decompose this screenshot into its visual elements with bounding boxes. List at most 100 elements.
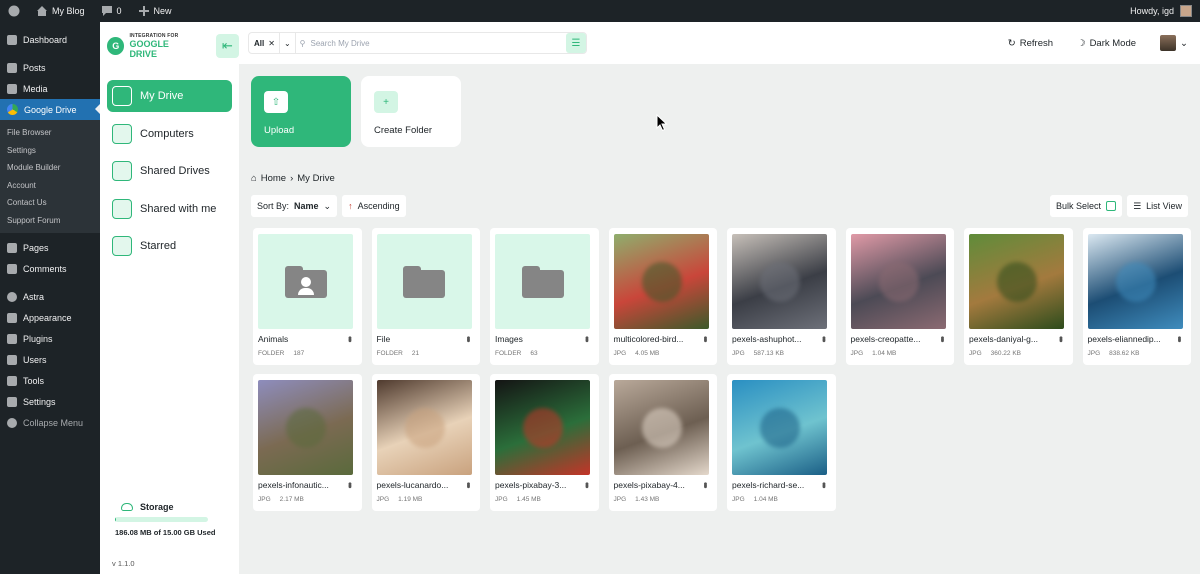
wp-menu-google-drive[interactable]: Google Drive [0, 99, 100, 120]
more-options-icon[interactable]: ••• [699, 482, 710, 487]
sidebar-collapse-button[interactable]: ⇤ [215, 34, 240, 58]
wrench-icon [7, 375, 17, 386]
wp-submenu: File Browser Settings Module Builder Acc… [0, 120, 100, 233]
list-view-button[interactable]: ☰ List View [1127, 195, 1188, 217]
submenu-file-browser[interactable]: File Browser [0, 124, 100, 142]
star-icon [112, 236, 132, 256]
shared-folder-icon [284, 265, 327, 298]
more-options-icon[interactable]: ••• [818, 336, 829, 341]
wp-menu-media[interactable]: Media [0, 78, 100, 99]
wp-menu-settings[interactable]: Settings [0, 391, 100, 412]
photo-subject [760, 262, 800, 302]
more-options-icon[interactable]: ••• [1173, 336, 1184, 341]
more-options-icon[interactable]: ••• [936, 336, 947, 341]
filter-value: All [254, 38, 265, 48]
nav-shared-drives[interactable]: Shared Drives [107, 155, 232, 187]
wp-menu-posts[interactable]: Posts [0, 57, 100, 78]
folder-card[interactable]: Images FOLDER 63 ••• [490, 228, 599, 365]
main-content: ⇧ Upload + Create Folder ⌂ Home › My Dri… [239, 64, 1200, 574]
checkbox[interactable] [1106, 201, 1117, 211]
comments-link[interactable]: 0 [93, 0, 130, 22]
submenu-account[interactable]: Account [0, 177, 100, 195]
file-meta: JPG 1.45 MB [495, 496, 541, 503]
file-meta: JPG 1.04 MB [851, 350, 897, 357]
file-size: 838.62 KB [1109, 350, 1140, 357]
search-placeholder: Search My Drive [310, 38, 370, 48]
plugin-sidebar: G INTEGRATION FOR GOOGLE DRIVE ⇤ My Driv… [100, 22, 240, 574]
nav-starred[interactable]: Starred [107, 230, 232, 262]
more-options-icon[interactable]: ••• [344, 482, 355, 487]
chevron-right-icon: › [290, 173, 294, 184]
more-options-icon[interactable]: ••• [462, 336, 473, 341]
file-card[interactable]: pexels-daniyal-g... JPG 360.22 KB ••• [964, 228, 1073, 365]
wp-menu-users[interactable]: Users [0, 349, 100, 370]
dark-mode-button[interactable]: ☽ Dark Mode [1077, 38, 1136, 49]
file-card[interactable]: pexels-pixabay-3... JPG 1.45 MB ••• [490, 374, 599, 511]
file-card[interactable]: pexels-eliannedip... JPG 838.62 KB ••• [1082, 228, 1191, 365]
more-options-icon[interactable]: ••• [581, 336, 592, 341]
search-filter-select[interactable]: All ✕ [249, 33, 279, 53]
folder-card[interactable]: File FOLDER 21 ••• [371, 228, 480, 365]
file-card[interactable]: pexels-pixabay-4... JPG 1.43 MB ••• [608, 374, 717, 511]
more-options-icon[interactable]: ••• [699, 336, 710, 341]
chevron-down-icon[interactable]: ⌄ [280, 39, 295, 48]
wp-menu-appearance[interactable]: Appearance [0, 307, 100, 328]
nav-my-drive[interactable]: My Drive [107, 80, 232, 112]
submenu-module-builder[interactable]: Module Builder [0, 159, 100, 177]
file-type: JPG [969, 350, 982, 357]
wordpress-logo-icon[interactable] [0, 0, 28, 22]
sort-prefix: Sort By: [257, 201, 290, 211]
nav-shared-with-me[interactable]: Shared with me [107, 193, 232, 225]
header-actions: ↻ Refresh ☽ Dark Mode ⌄ [1008, 35, 1200, 51]
account-menu[interactable]: Howdy, igd [1130, 5, 1200, 17]
wp-menu-tools[interactable]: Tools [0, 370, 100, 391]
breadcrumb-current[interactable]: My Drive [297, 173, 334, 184]
more-options-icon[interactable]: ••• [462, 482, 473, 487]
wp-menu-collapse[interactable]: Collapse Menu [0, 412, 100, 433]
user-menu[interactable]: ⌄ [1160, 35, 1188, 51]
more-options-icon[interactable]: ••• [818, 482, 829, 487]
file-type: JPG [732, 496, 745, 503]
file-type: FOLDER [258, 350, 285, 357]
wp-menu-comments[interactable]: Comments [0, 258, 100, 279]
create-folder-button[interactable]: + Create Folder [361, 76, 461, 147]
file-card[interactable]: multicolored-bird... JPG 4.05 MB ••• [608, 228, 717, 365]
file-card[interactable]: pexels-infonautic... JPG 2.17 MB ••• [253, 374, 362, 511]
file-card[interactable]: pexels-creopatte... JPG 1.04 MB ••• [845, 228, 954, 365]
file-card[interactable]: pexels-lucanardo... JPG 1.19 MB ••• [371, 374, 480, 511]
nav-computers[interactable]: Computers [107, 118, 232, 150]
nav-label: Computers [140, 127, 194, 140]
file-card[interactable]: pexels-ashuphot... JPG 587.13 KB ••• [727, 228, 836, 365]
more-options-icon[interactable]: ••• [1055, 336, 1066, 341]
sort-by-select[interactable]: Sort By: Name ⌄ [251, 195, 338, 217]
mouse-cursor-icon [656, 114, 668, 132]
sort-order-button[interactable]: ↑ Ascending [342, 195, 406, 217]
wp-menu-dashboard[interactable]: Dashboard [0, 29, 100, 50]
submenu-settings[interactable]: Settings [0, 142, 100, 160]
file-card[interactable]: pexels-richard-se... JPG 1.04 MB ••• [727, 374, 836, 511]
breadcrumb-home[interactable]: Home [261, 173, 286, 184]
file-meta: JPG 1.43 MB [614, 496, 660, 503]
folder-icon [521, 265, 564, 298]
search-input[interactable]: ⚲ Search My Drive [300, 39, 566, 48]
photo-subject [1115, 262, 1156, 302]
more-options-icon[interactable]: ••• [344, 336, 355, 341]
bulk-select-button[interactable]: Bulk Select [1050, 195, 1123, 217]
wp-menu-plugins[interactable]: Plugins [0, 328, 100, 349]
plugin-version: v 1.1.0 [112, 559, 135, 568]
wp-menu-pages[interactable]: Pages [0, 237, 100, 258]
submenu-contact-us[interactable]: Contact Us [0, 194, 100, 212]
new-content-link[interactable]: New [130, 0, 180, 22]
file-name: pexels-pixabay-4... [613, 480, 685, 490]
filter-settings-button[interactable]: ☰ [566, 33, 586, 53]
folder-card[interactable]: Animals FOLDER 187 ••• [253, 228, 362, 365]
wp-menu-astra[interactable]: Astra [0, 286, 100, 307]
more-options-icon[interactable]: ••• [581, 482, 592, 487]
file-type: JPG [850, 350, 864, 357]
upload-button[interactable]: ⇧ Upload [251, 76, 351, 147]
brush-icon [7, 312, 17, 323]
clear-icon[interactable]: ✕ [268, 39, 275, 48]
site-name-link[interactable]: My Blog [28, 0, 93, 22]
submenu-support-forum[interactable]: Support Forum [0, 212, 100, 230]
refresh-button[interactable]: ↻ Refresh [1008, 38, 1053, 49]
